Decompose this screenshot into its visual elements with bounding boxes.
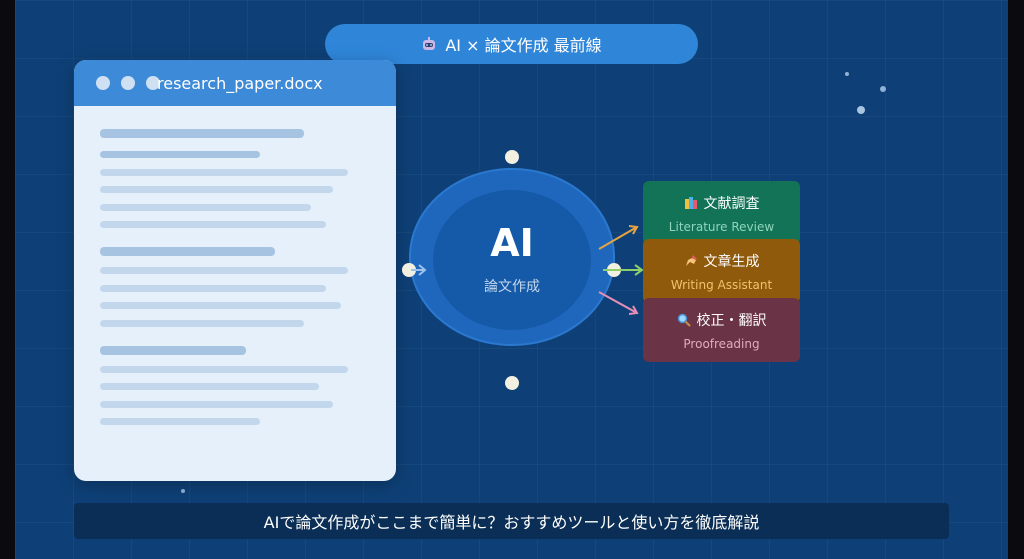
- input-arrow: [411, 264, 427, 276]
- arrow-to-literature: [598, 225, 639, 250]
- card-subtitle: Proofreading: [683, 336, 760, 351]
- books-icon: [684, 196, 697, 209]
- arrow-to-writing: [603, 264, 644, 276]
- slide-canvas: AI × 論文作成 最前線 research_paper.docx AI 論文作…: [15, 0, 1008, 559]
- caption-text: AIで論文作成がここまで簡単に？おすすめツールと使い方を徹底解説: [263, 513, 760, 532]
- card-title: 文献調査: [703, 195, 760, 212]
- card-writing-assistant: 文章生成 Writing Assistant: [643, 239, 800, 303]
- card-subtitle: Writing Assistant: [670, 277, 773, 292]
- card-proofreading: 校正・翻訳 Proofreading: [643, 298, 800, 362]
- card-subtitle: Literature Review: [668, 219, 775, 234]
- connector-arrows: [411, 225, 644, 315]
- card-title: 文章生成: [703, 253, 760, 270]
- writing-hand-icon: [685, 254, 697, 266]
- magnifier-icon: [677, 313, 691, 327]
- card-title: 校正・翻訳: [696, 312, 767, 329]
- caption-bar: AIで論文作成がここまで簡単に？おすすめツールと使い方を徹底解説: [74, 503, 949, 539]
- arrow-to-proofreading: [598, 291, 639, 315]
- card-literature-review: 文献調査 Literature Review: [643, 181, 800, 245]
